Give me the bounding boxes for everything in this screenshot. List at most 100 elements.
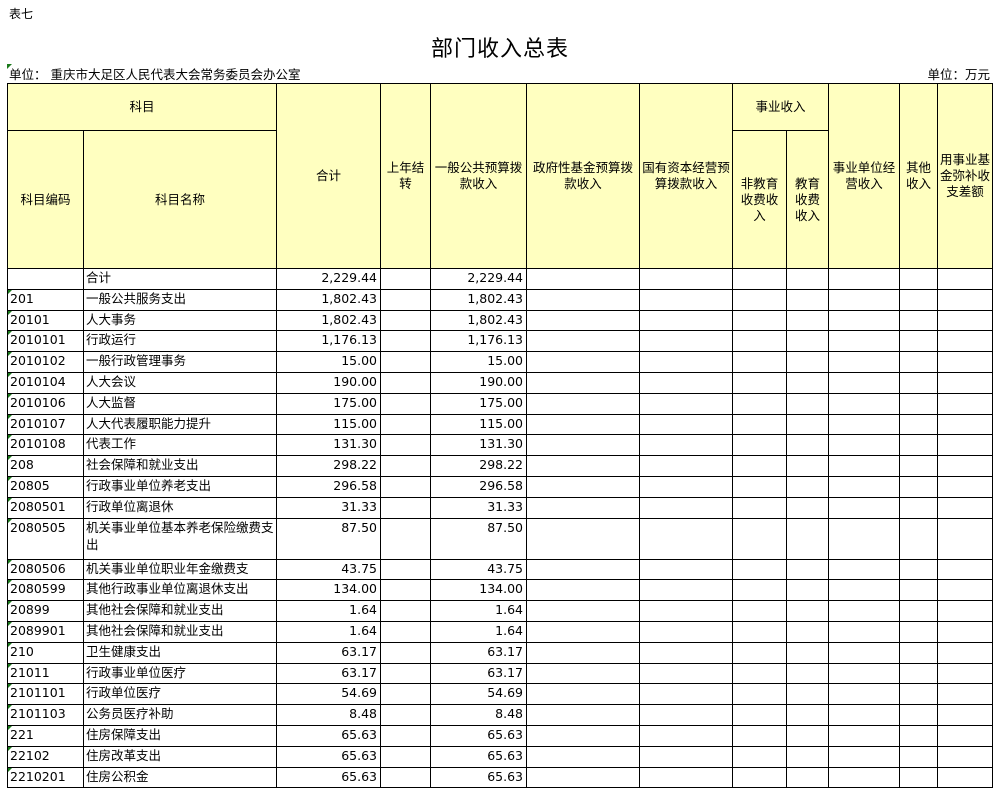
row-code: 2010101 (7, 330, 84, 353)
row-total: 1,802.43 (276, 309, 381, 332)
row-state-capital (639, 455, 733, 477)
cell-comment-marker (8, 290, 12, 294)
row-gov-fund (526, 662, 640, 685)
row-gov-fund (526, 496, 640, 519)
row-carryover (380, 475, 431, 498)
cell-comment-marker (8, 498, 12, 502)
cell-comment-marker (8, 747, 12, 751)
row-code: 2080501 (7, 496, 84, 519)
row-total: 54.69 (276, 683, 381, 706)
row-code: 20899 (7, 600, 84, 622)
row-other (899, 704, 938, 726)
row-total: 298.22 (276, 455, 381, 477)
row-state-capital (639, 704, 733, 726)
row-state-capital (639, 517, 733, 560)
row-general-budget: 298.22 (430, 455, 527, 477)
row-name: 行政单位医疗 (83, 683, 277, 706)
cell-comment-marker (8, 560, 12, 564)
row-carryover (380, 455, 431, 477)
row-general-budget: 54.69 (430, 683, 527, 706)
row-edu-fee (786, 496, 829, 519)
row-code: 2210201 (7, 766, 84, 789)
row-non-edu-fee (732, 724, 787, 747)
row-unit-operation (828, 351, 900, 373)
row-fund-cover (937, 641, 993, 664)
row-fund-cover (937, 620, 993, 643)
row-unit-operation (828, 392, 900, 415)
row-total: 2,229.44 (276, 268, 381, 290)
header-other: 其他收入 (899, 83, 938, 269)
table-row: 2089901 其他社会保障和就业支出 1.64 1.64 (7, 620, 993, 643)
row-non-edu-fee (732, 620, 787, 643)
row-carryover (380, 683, 431, 706)
row-gov-fund (526, 641, 640, 664)
row-general-budget: 63.17 (430, 662, 527, 685)
row-general-budget: 65.63 (430, 724, 527, 747)
row-name: 行政运行 (83, 330, 277, 353)
row-other (899, 620, 938, 643)
row-edu-fee (786, 434, 829, 457)
row-state-capital (639, 475, 733, 498)
cell-comment-marker (8, 622, 12, 626)
row-code: 2080506 (7, 558, 84, 581)
row-code-text: 2080506 (10, 560, 66, 576)
row-fund-cover (937, 268, 993, 290)
header-fund-cover: 用事业基金弥补收支差额 (937, 83, 993, 269)
row-fund-cover (937, 704, 993, 726)
row-unit-operation (828, 683, 900, 706)
row-state-capital (639, 371, 733, 394)
row-code: 201 (7, 288, 84, 311)
header-carryover: 上年结转 (380, 83, 431, 269)
header-business-income: 事业收入 (732, 83, 829, 131)
row-state-capital (639, 724, 733, 747)
row-non-edu-fee (732, 600, 787, 622)
row-fund-cover (937, 413, 993, 436)
row-edu-fee (786, 766, 829, 789)
row-code-text: 2101101 (10, 685, 66, 701)
table-row: 2010108 代表工作 131.30 131.30 (7, 434, 993, 457)
row-general-budget: 2,229.44 (430, 268, 527, 290)
row-general-budget: 115.00 (430, 413, 527, 436)
row-code: 2080599 (7, 579, 84, 602)
row-unit-operation (828, 371, 900, 394)
row-general-budget: 175.00 (430, 392, 527, 415)
row-total: 190.00 (276, 371, 381, 394)
table-row: 2010104 人大会议 190.00 190.00 (7, 371, 993, 394)
row-carryover (380, 351, 431, 373)
row-gov-fund (526, 371, 640, 394)
row-code: 20805 (7, 475, 84, 498)
row-non-edu-fee (732, 413, 787, 436)
row-code-text: 20101 (10, 311, 50, 327)
row-total: 31.33 (276, 496, 381, 519)
cell-comment-marker (8, 394, 12, 398)
cell-comment-marker (8, 684, 12, 689)
row-unit-operation (828, 288, 900, 311)
row-edu-fee (786, 288, 829, 311)
row-other (899, 724, 938, 747)
row-general-budget: 1,176.13 (430, 330, 527, 353)
row-non-edu-fee (732, 371, 787, 394)
row-non-edu-fee (732, 268, 787, 290)
row-general-budget: 131.30 (430, 434, 527, 457)
row-edu-fee (786, 392, 829, 415)
row-general-budget: 1,802.43 (430, 288, 527, 311)
row-general-budget: 134.00 (430, 579, 527, 602)
row-unit-operation (828, 434, 900, 457)
cell-comment-marker (8, 373, 12, 377)
row-carryover (380, 579, 431, 602)
table-row: 22102 住房改革支出 65.63 65.63 (7, 745, 993, 768)
row-other (899, 579, 938, 602)
row-edu-fee (786, 517, 829, 560)
row-carryover (380, 392, 431, 415)
row-other (899, 351, 938, 373)
row-code: 210 (7, 641, 84, 664)
row-name: 住房改革支出 (83, 745, 277, 768)
row-edu-fee (786, 371, 829, 394)
row-edu-fee (786, 662, 829, 685)
row-gov-fund (526, 600, 640, 622)
header-unit-operation: 事业单位经营收入 (828, 83, 900, 269)
table-row: 2101101 行政单位医疗 54.69 54.69 (7, 683, 993, 706)
row-other (899, 434, 938, 457)
row-fund-cover (937, 579, 993, 602)
row-name: 其他社会保障和就业支出 (83, 600, 277, 622)
